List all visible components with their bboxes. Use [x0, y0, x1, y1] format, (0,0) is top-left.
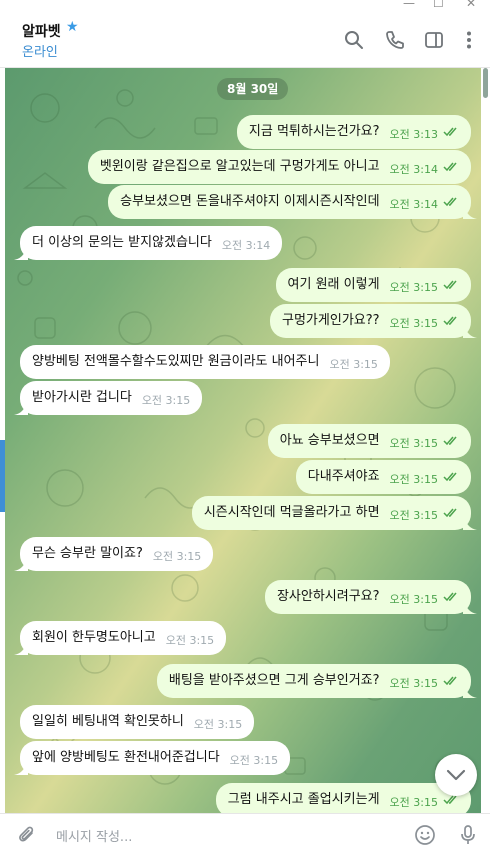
message-text: 앞에 양방베팅도 환전내어준겁니다 — [32, 750, 220, 765]
read-checks-icon — [443, 162, 457, 172]
message-text: 구멍가게인가요?? — [282, 313, 380, 328]
message-text: 받아가시란 겁니다 — [32, 390, 132, 405]
read-checks-icon — [443, 127, 457, 137]
message-time: 오전 3:15 — [329, 358, 378, 371]
message-in[interactable]: 앞에 양방베팅도 환전내어준겁니다 오전 3:15 — [14, 741, 291, 775]
bubble-tail — [14, 403, 28, 415]
message-out[interactable]: 지금 먹튀하시는건가요? 오전 3:13 — [236, 115, 471, 149]
message-time: 오전 3:15 — [152, 550, 202, 563]
message-out[interactable]: 시즌시작인데 먹글올라가고 하면 오전 3:15 — [191, 496, 477, 530]
window-titlebar: — ☐ ✕ — [0, 0, 490, 12]
message-time: 오전 3:15 — [389, 437, 438, 450]
message-text: 벳윈이랑 같은집으로 알고있는데 구멍가게도 아니고 — [99, 159, 380, 174]
read-checks-icon — [443, 676, 457, 686]
read-checks-icon — [443, 280, 457, 290]
message-time: 오전 3:15 — [389, 473, 438, 486]
bubble-tail — [14, 763, 28, 775]
message-out[interactable]: 여기 원래 이렇게 오전 3:15 — [275, 268, 471, 302]
more-vertical-icon[interactable] — [458, 29, 480, 51]
bubble-tail — [14, 559, 28, 571]
chat-scrollbar[interactable] — [481, 68, 490, 813]
message-text: 여기 원래 이렇게 — [287, 277, 380, 292]
message-in[interactable]: 일일히 베팅내역 확인못하니 오전 3:15 — [20, 705, 255, 739]
message-text: 회원이 한두명도아니고 — [32, 630, 156, 645]
message-out[interactable]: 아뇨 승부보셨으면 오전 3:15 — [267, 424, 471, 458]
message-in[interactable]: 받아가시란 겁니다 오전 3:15 — [14, 381, 203, 415]
message-time: 오전 3:15 — [389, 509, 438, 522]
message-time: 오전 3:15 — [193, 718, 243, 731]
date-chip: 8월 30일 — [217, 78, 289, 100]
emoji-icon[interactable] — [414, 824, 436, 846]
message-text: 지금 먹튀하시는건가요? — [248, 124, 380, 139]
message-out[interactable]: 배팅을 받아주셨으면 그게 승부인거죠? 오전 3:15 — [156, 664, 477, 698]
message-in[interactable]: 무슨 승부란 말이죠? 오전 3:15 — [14, 537, 214, 571]
message-text: 그럼 내주시고 졸업시키는게 — [227, 792, 380, 807]
read-checks-icon — [443, 316, 457, 326]
message-time: 오전 3:14 — [389, 198, 438, 211]
minimize-button[interactable]: — — [403, 0, 415, 10]
chat-title[interactable]: 알파벳 — [22, 21, 61, 41]
phone-icon[interactable] — [384, 29, 406, 51]
scroll-down-button[interactable] — [435, 754, 477, 796]
bubble-tail — [463, 207, 477, 219]
message-input[interactable]: 메시지 작성... — [56, 826, 132, 845]
message-in[interactable]: 양방베팅 전액몰수할수도있찌만 원금이라도 내어주니 오전 3:15 — [20, 345, 390, 379]
bubble-tail — [14, 248, 28, 260]
message-out[interactable]: 벳윈이랑 같은집으로 알고있는데 구멍가게도 아니고 오전 3:14 — [87, 150, 471, 184]
search-icon[interactable] — [343, 29, 365, 51]
message-list[interactable]: 8월 30일 지금 먹튀하시는건가요? 오전 3:13 벳윈이랑 같은집으로 알고… — [5, 68, 481, 813]
message-text: 양방베팅 전액몰수할수도있찌만 원금이라도 내어주니 — [32, 354, 320, 369]
close-button[interactable]: ✕ — [466, 0, 476, 10]
microphone-icon[interactable] — [457, 824, 479, 846]
message-out[interactable]: 승부보셨으면 돈을내주셔야지 이제시즌시작인데 오전 3:14 — [108, 185, 477, 219]
message-text: 더 이상의 문의는 받지않겠습니다 — [32, 235, 212, 250]
maximize-button[interactable]: ☐ — [433, 0, 444, 10]
message-time: 오전 3:15 — [389, 281, 438, 294]
message-in[interactable]: 회원이 한두명도아니고 오전 3:15 — [14, 621, 227, 655]
message-out[interactable]: 장사안하시려구요? 오전 3:15 — [264, 580, 477, 614]
chevron-down-icon — [446, 769, 466, 781]
bubble-tail — [463, 326, 477, 338]
message-text: 승부보셨으면 돈을내주셔야지 이제시즌시작인데 — [120, 194, 380, 209]
message-time: 오전 3:15 — [141, 394, 191, 407]
message-text: 시즌시작인데 먹글올라가고 하면 — [203, 505, 380, 520]
read-checks-icon — [443, 436, 457, 446]
read-checks-icon — [443, 472, 457, 482]
message-time: 오전 3:13 — [389, 128, 438, 141]
attach-icon[interactable] — [16, 824, 38, 846]
message-out[interactable]: 구멍가게인가요?? 오전 3:15 — [270, 304, 477, 338]
message-in[interactable]: 더 이상의 문의는 받지않겠습니다 오전 3:14 — [14, 226, 283, 260]
read-checks-icon — [443, 592, 457, 602]
bubble-tail — [14, 643, 28, 655]
message-text: 아뇨 승부보셨으면 — [279, 433, 380, 448]
read-checks-icon — [443, 197, 457, 207]
bubble-tail — [463, 602, 477, 614]
read-checks-icon — [443, 795, 457, 805]
message-out[interactable]: 다내주셔야죠 오전 3:15 — [295, 460, 471, 494]
message-text: 배팅을 받아주셨으면 그게 승부인거죠? — [168, 673, 380, 688]
message-time: 오전 3:15 — [389, 796, 438, 809]
message-text: 무슨 승부란 말이죠? — [32, 546, 143, 561]
read-checks-icon — [443, 508, 457, 518]
message-text: 다내주셔야죠 — [307, 469, 380, 484]
message-time: 오전 3:14 — [221, 239, 271, 252]
message-text: 장사안하시려구요? — [276, 589, 380, 604]
message-time: 오전 3:15 — [165, 634, 215, 647]
chat-header: 알파벳 ★ 온라인 — [0, 12, 490, 68]
message-time: 오전 3:14 — [389, 163, 438, 176]
scrollbar-thumb[interactable] — [483, 68, 488, 98]
message-time: 오전 3:15 — [389, 677, 438, 690]
message-time: 오전 3:15 — [229, 754, 279, 767]
message-out[interactable]: 그럼 내주시고 졸업시키는게 오전 3:15 — [215, 783, 471, 813]
online-status: 온라인 — [22, 45, 58, 60]
message-text: 일일히 베팅내역 확인못하니 — [32, 714, 184, 729]
star-icon: ★ — [66, 19, 79, 35]
message-time: 오전 3:15 — [389, 593, 438, 606]
bubble-tail — [463, 518, 477, 530]
message-time: 오전 3:15 — [389, 317, 438, 330]
sidebar-toggle-icon[interactable] — [423, 29, 445, 51]
bubble-tail — [463, 686, 477, 698]
message-composer: 메시지 작성... — [0, 813, 490, 855]
